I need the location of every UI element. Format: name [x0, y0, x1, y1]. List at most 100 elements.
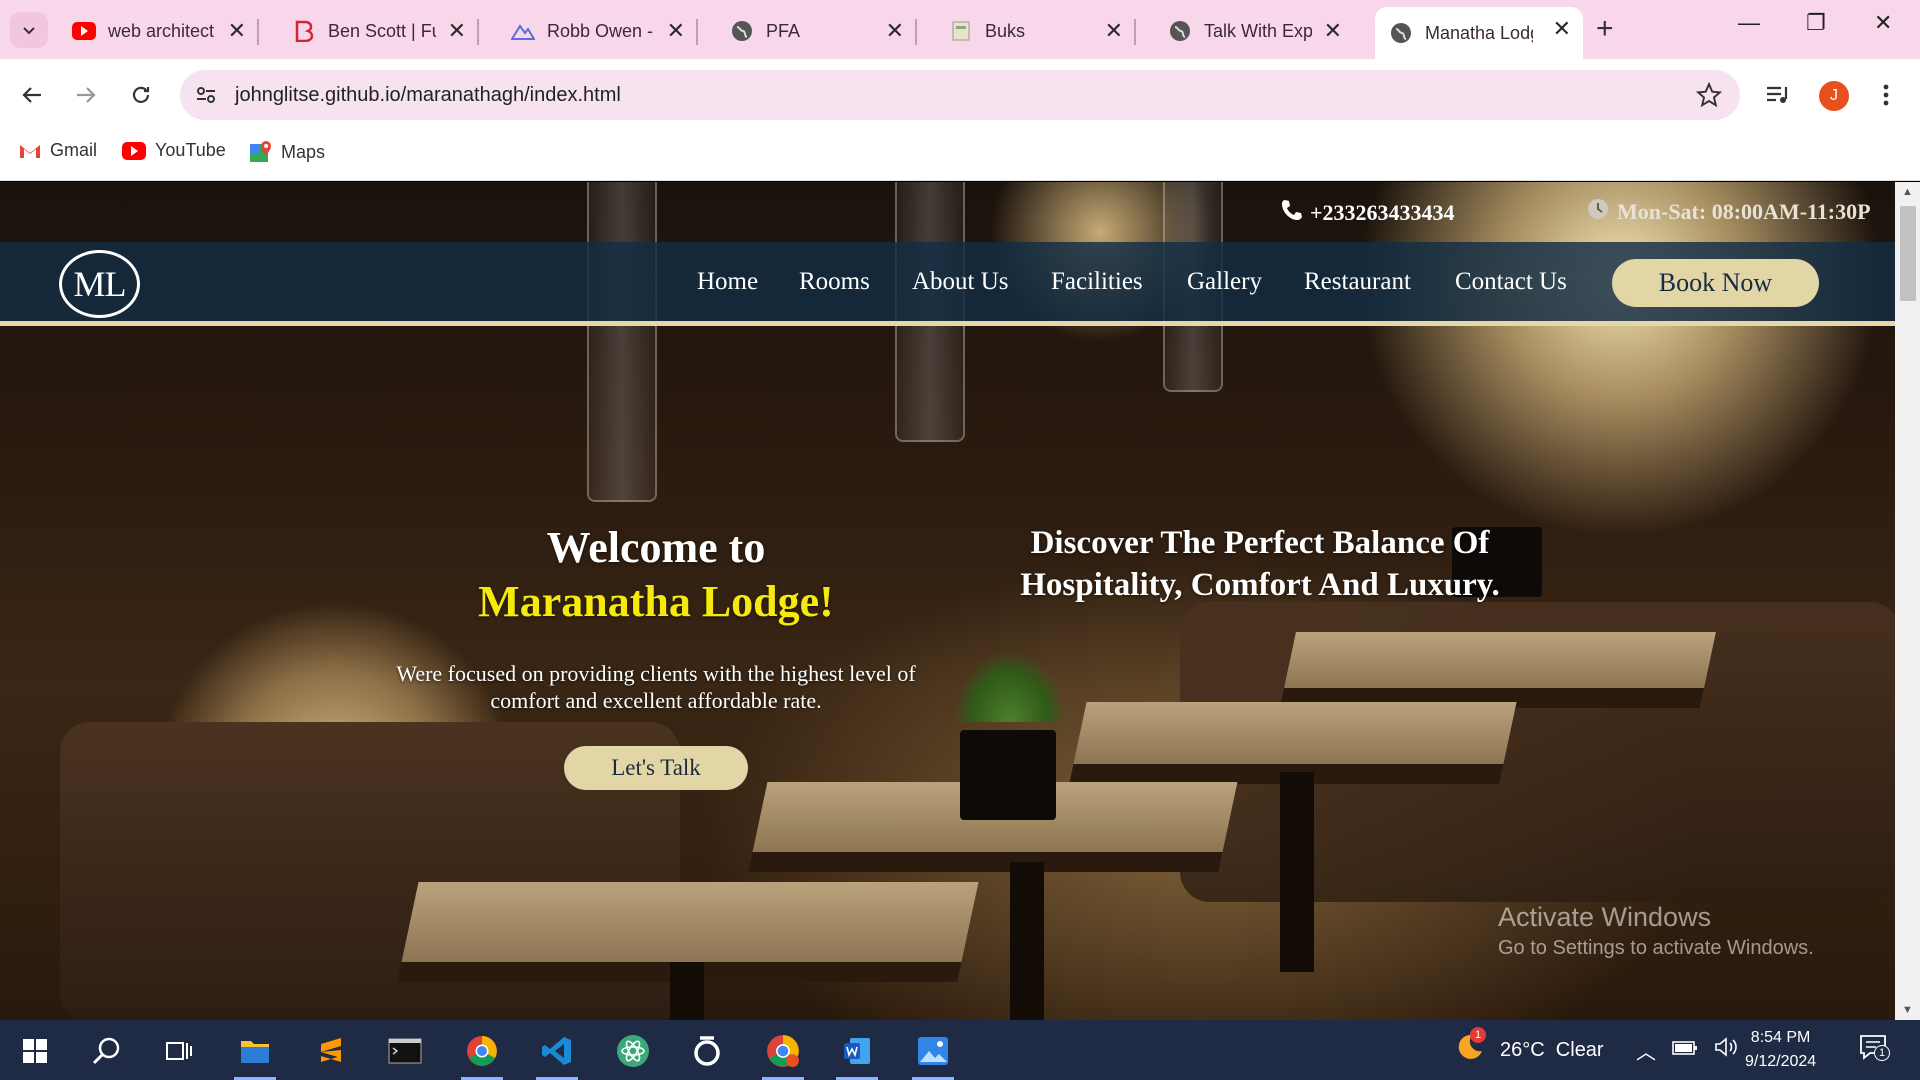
table-image [1073, 702, 1517, 764]
browser-tab-strip: web architect ✕ Ben Scott | Fu ✕ Robb Ow… [0, 0, 1920, 59]
close-icon[interactable]: ✕ [667, 18, 685, 44]
terminal-button[interactable] [378, 1028, 432, 1074]
word-button[interactable] [830, 1028, 884, 1080]
nav-home[interactable]: Home [697, 268, 758, 296]
profile-avatar[interactable]: J [1819, 81, 1849, 111]
tab-talk-with-expert[interactable]: Talk With Expe ✕ [1154, 9, 1354, 53]
scrollbar-thumb[interactable] [1900, 206, 1916, 301]
nav-gallery[interactable]: Gallery [1187, 268, 1262, 296]
windows-icon [23, 1039, 47, 1063]
phone-icon [1280, 198, 1304, 228]
minimize-icon[interactable]: — [1738, 10, 1760, 36]
scroll-down-icon[interactable]: ▼ [1902, 1004, 1913, 1016]
close-icon[interactable]: ✕ [448, 18, 466, 44]
obs-app-button[interactable] [680, 1028, 734, 1074]
ring-app-icon [694, 1036, 720, 1066]
reload-icon [132, 86, 150, 103]
page-viewport: +233263433434 Mon-Sat: 08:00AM-11:30P ML… [0, 182, 1895, 1020]
lets-talk-button[interactable]: Let's Talk [564, 746, 748, 790]
hero-description: Were focused on providing clients with t… [396, 661, 916, 713]
back-button[interactable] [14, 77, 50, 113]
book-now-button[interactable]: Book Now [1612, 259, 1819, 307]
browser-toolbar: johnglitse.github.io/maranathagh/index.h… [0, 59, 1920, 129]
forward-button[interactable] [68, 77, 104, 113]
new-tab-button[interactable]: + [1596, 12, 1614, 46]
chrome-profile-button[interactable] [455, 1028, 509, 1080]
tab-web-architect[interactable]: web architect ✕ [58, 9, 259, 53]
task-view-button[interactable] [152, 1028, 206, 1074]
battery-icon[interactable] [1672, 1039, 1698, 1062]
volume-icon[interactable] [1714, 1037, 1738, 1063]
bookmark-youtube[interactable]: YouTube [121, 140, 226, 161]
chrome-active-button[interactable] [756, 1028, 810, 1080]
taskbar-clock[interactable]: 8:54 PM 9/12/2024 [1745, 1026, 1816, 1074]
nav-about-us[interactable]: About Us [912, 268, 1009, 296]
bookmark-label: Gmail [50, 140, 98, 160]
url-text[interactable]: johnglitse.github.io/maranathagh/index.h… [235, 84, 621, 107]
search-button[interactable] [80, 1028, 134, 1074]
bookmark-gmail[interactable]: Gmail [18, 140, 97, 161]
scroll-up-icon[interactable]: ▲ [1902, 186, 1913, 198]
star-icon[interactable] [1695, 81, 1723, 113]
weather-widget[interactable]: 1 26°C Clear [1450, 1020, 1604, 1080]
chevron-up-icon[interactable]: ︿ [1636, 1036, 1656, 1065]
site-settings-icon[interactable] [194, 83, 218, 112]
close-icon[interactable]: ✕ [1324, 18, 1342, 44]
tab-ben-scott[interactable]: Ben Scott | Fu ✕ [278, 9, 479, 53]
notification-center-button[interactable]: 1 [1858, 1020, 1890, 1080]
nav-rooms[interactable]: Rooms [799, 268, 870, 296]
start-button[interactable] [8, 1028, 62, 1074]
hero-tagline: Discover The Perfect Balance Of Hospital… [1020, 525, 1500, 603]
moon-cloud-icon: 1 [1450, 1027, 1486, 1069]
restore-icon[interactable]: ❐ [1806, 10, 1826, 36]
file-explorer-button[interactable] [228, 1028, 282, 1080]
lodge-name-heading: Maranatha Lodge! [478, 577, 834, 626]
site-phone[interactable]: +233263433434 [1280, 198, 1455, 228]
nav-facilities[interactable]: Facilities [1051, 268, 1143, 296]
tab-buks[interactable]: Buks ✕ [935, 9, 1136, 53]
address-bar[interactable]: johnglitse.github.io/maranathagh/index.h… [180, 70, 1740, 120]
media-control-button[interactable] [1760, 77, 1796, 113]
reload-button[interactable] [123, 77, 159, 113]
sublime-text-button[interactable] [304, 1028, 358, 1074]
arrow-left-icon [22, 87, 41, 103]
plant-pot [960, 730, 1056, 820]
table-leg [1010, 862, 1044, 1020]
search-icon [92, 1037, 120, 1065]
window-close-icon[interactable]: ✕ [1874, 10, 1892, 36]
site-logo[interactable]: ML [59, 250, 140, 318]
tab-robb-owen[interactable]: Robb Owen - ✕ [497, 9, 698, 53]
tab-manatha-lodge[interactable]: Manatha Lodg ✕ [1375, 7, 1583, 59]
tab-title: PFA [766, 20, 801, 41]
vscode-button[interactable] [530, 1028, 584, 1080]
activate-windows-watermark: Activate Windows Go to Settings to activ… [1498, 902, 1814, 960]
close-icon[interactable]: ✕ [228, 18, 246, 44]
atom-app-button[interactable] [606, 1028, 660, 1074]
close-icon[interactable]: ✕ [1105, 18, 1123, 44]
table-leg [1280, 772, 1314, 972]
tab-title: Buks [985, 20, 1026, 41]
globe-icon [1389, 21, 1413, 45]
page-scrollbar[interactable]: ▲ ▼ [1895, 182, 1920, 1020]
folder-icon [241, 1041, 269, 1063]
clock-icon [1587, 198, 1609, 226]
close-icon[interactable]: ✕ [886, 18, 904, 44]
clock-time: 8:54 PM [1750, 1029, 1811, 1046]
notification-count: 1 [1874, 1045, 1890, 1061]
system-tray: ︿ [1636, 1020, 1738, 1080]
more-vertical-icon [1883, 84, 1889, 106]
youtube-icon [121, 141, 147, 160]
menu-button[interactable] [1868, 77, 1904, 113]
tab-title: Manatha Lodg [1425, 22, 1533, 43]
close-icon[interactable]: ✕ [1553, 16, 1571, 42]
b-icon [292, 19, 316, 43]
photos-app-button[interactable] [906, 1028, 960, 1080]
bookmark-maps[interactable]: Maps [249, 140, 325, 164]
nav-contact-us[interactable]: Contact Us [1455, 268, 1567, 296]
atom-icon [617, 1035, 649, 1067]
tab-pfa[interactable]: PFA ✕ [716, 9, 917, 53]
nav-restaurant[interactable]: Restaurant [1304, 268, 1411, 296]
plant-image [955, 652, 1065, 722]
bookmarks-bar: Gmail YouTube Maps [0, 129, 1920, 181]
tab-search-button[interactable] [10, 12, 48, 48]
